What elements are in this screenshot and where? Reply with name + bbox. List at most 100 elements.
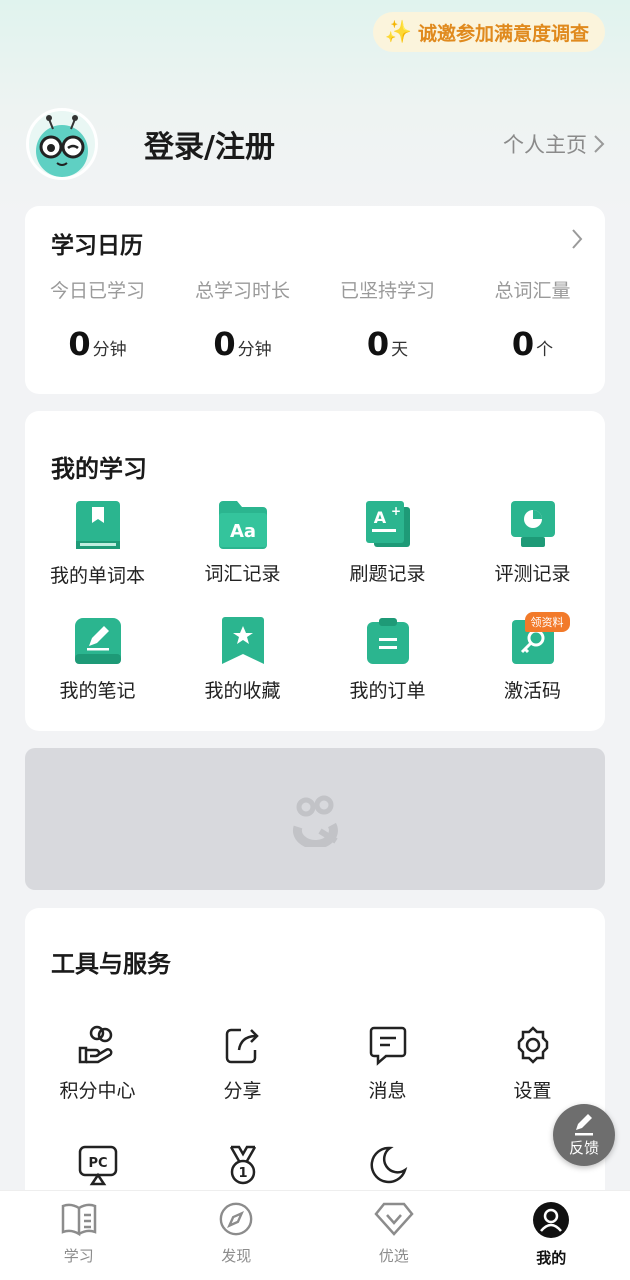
stat-label: 总学习时长 xyxy=(194,280,290,302)
stat-unit: 分钟 xyxy=(92,340,127,360)
tab-label: 我的 xyxy=(536,1249,567,1267)
item-label: 设置 xyxy=(513,1080,552,1102)
study-item-vocab-record[interactable]: Aa 词汇记录 xyxy=(170,499,315,616)
svg-text:Aa: Aa xyxy=(229,521,255,542)
tab-discover[interactable]: 发现 xyxy=(158,1191,316,1280)
tools-grid: 积分中心 分享 消息 设置 PC 1 xyxy=(25,1024,605,1204)
item-label: 分享 xyxy=(223,1080,262,1102)
tab-label: 发现 xyxy=(221,1247,252,1265)
study-item-assessment[interactable]: 评测记录 xyxy=(460,499,605,616)
stat-today: 今日已学习 0 分钟 xyxy=(25,276,170,363)
my-study-title: 我的学习 xyxy=(51,455,147,483)
free-material-badge: 领资料 xyxy=(524,612,570,632)
stat-vocabulary: 总词汇量 0个 xyxy=(460,276,605,363)
stat-number: 0 xyxy=(511,325,535,363)
compass-icon xyxy=(219,1202,253,1236)
vocab-folder-icon: Aa xyxy=(218,501,267,549)
item-label: 我的收藏 xyxy=(204,680,281,702)
stat-number: 0 xyxy=(68,325,91,363)
settings-icon xyxy=(517,1026,548,1064)
study-grid: 我的单词本 Aa 词汇记录 A + 刷题记录 评测记录 我的笔记 我的收藏 我的订… xyxy=(25,499,605,733)
study-calendar-card[interactable]: 学习日历 今日已学习 0 分钟 总学习时长 0 分钟 已坚持学习 0天 总词汇量 0… xyxy=(25,206,605,394)
stat-value: 0个 xyxy=(460,325,605,363)
homepage-label: 个人主页 xyxy=(503,133,587,157)
avatar[interactable] xyxy=(26,108,98,180)
svg-text:+: + xyxy=(391,504,401,518)
study-item-wordbook[interactable]: 我的单词本 xyxy=(25,499,170,616)
feedback-label: 反馈 xyxy=(568,1138,599,1157)
tab-study[interactable]: 学习 xyxy=(0,1191,158,1280)
tab-label: 优选 xyxy=(378,1247,409,1265)
tool-item-share[interactable]: 分享 xyxy=(170,1024,315,1144)
calendar-stats: 今日已学习 0 分钟 总学习时长 0 分钟 已坚持学习 0天 总词汇量 0个 xyxy=(25,276,605,363)
exercise-record-icon: A + xyxy=(365,501,410,547)
bottom-tab-bar: 学习 发现 优选 我的 xyxy=(0,1190,630,1280)
study-item-orders[interactable]: 我的订单 xyxy=(315,616,460,733)
stat-label: 今日已学习 xyxy=(49,280,145,302)
tool-item-points[interactable]: 积分中心 xyxy=(25,1024,170,1144)
share-icon xyxy=(225,1028,259,1064)
item-label: 词汇记录 xyxy=(204,563,281,585)
brand-logo-icon xyxy=(292,795,338,847)
my-study-card: 我的学习 我的单词本 Aa 词汇记录 A + 刷题记录 评测记录 我的笔记 我的收… xyxy=(25,411,605,731)
feedback-button[interactable]: 反馈 xyxy=(553,1104,615,1166)
stat-value: 0天 xyxy=(315,325,460,363)
tab-selected[interactable]: 优选 xyxy=(315,1191,473,1280)
tab-label: 学习 xyxy=(63,1247,94,1265)
stat-number: 0 xyxy=(366,325,390,363)
stat-streak: 已坚持学习 0天 xyxy=(315,276,460,363)
stat-label: 总词汇量 xyxy=(494,280,571,302)
favorites-icon xyxy=(221,617,264,664)
item-label: 我的单词本 xyxy=(49,565,145,587)
tools-title: 工具与服务 xyxy=(51,950,171,978)
item-label: 评测记录 xyxy=(494,563,571,585)
item-label: 消息 xyxy=(368,1080,407,1102)
study-item-exercise-record[interactable]: A + 刷题记录 xyxy=(315,499,460,616)
chevron-right-icon xyxy=(572,229,583,249)
edit-icon xyxy=(575,1113,593,1135)
svg-text:PC: PC xyxy=(88,1156,107,1171)
stat-number: 0 xyxy=(213,325,236,363)
study-item-activation-code[interactable]: 领资料 激活码 xyxy=(460,612,605,733)
diamond-icon xyxy=(374,1202,414,1236)
tab-mine[interactable]: 我的 xyxy=(473,1191,630,1280)
user-icon xyxy=(533,1202,570,1238)
tool-item-messages[interactable]: 消息 xyxy=(315,1024,460,1144)
night-mode-icon xyxy=(370,1146,407,1184)
pc-icon: PC xyxy=(78,1145,117,1186)
stat-value: 0 分钟 xyxy=(170,325,315,363)
stat-total-time: 总学习时长 0 分钟 xyxy=(170,276,315,363)
ad-banner-placeholder[interactable] xyxy=(25,748,605,890)
study-item-favorites[interactable]: 我的收藏 xyxy=(170,616,315,733)
chevron-right-icon xyxy=(594,135,605,153)
svg-text:A: A xyxy=(373,508,386,527)
login-register-link[interactable]: 登录/注册 xyxy=(144,122,275,166)
notes-icon xyxy=(74,618,121,664)
assessment-icon xyxy=(510,501,555,547)
medal-icon: 1 xyxy=(229,1145,256,1185)
points-icon xyxy=(78,1025,112,1064)
item-label: 积分中心 xyxy=(59,1080,136,1102)
tools-services-card: 工具与服务 积分中心 分享 消息 设置 PC 1 xyxy=(25,908,605,1208)
survey-banner[interactable]: ✨ 诚邀参加满意度调查 xyxy=(372,12,605,52)
book-icon xyxy=(61,1203,96,1237)
calendar-title: 学习日历 xyxy=(51,233,143,259)
sparkle-icon: ✨ xyxy=(384,19,412,45)
svg-text:1: 1 xyxy=(238,1166,247,1181)
stat-label: 已坚持学习 xyxy=(339,280,435,302)
personal-homepage-link[interactable]: 个人主页 xyxy=(503,129,605,159)
orders-icon xyxy=(366,618,409,664)
stat-unit: 个 xyxy=(536,340,554,360)
profile-header: 登录/注册 个人主页 xyxy=(26,108,605,180)
item-label: 刷题记录 xyxy=(349,563,426,585)
item-label: 我的订单 xyxy=(349,680,426,702)
item-label: 激活码 xyxy=(503,680,561,702)
stat-value: 0 分钟 xyxy=(25,325,170,363)
stat-unit: 分钟 xyxy=(237,340,272,360)
survey-label: 诚邀参加满意度调查 xyxy=(417,22,589,45)
message-icon xyxy=(369,1026,406,1066)
study-item-notes[interactable]: 我的笔记 xyxy=(25,616,170,733)
wordbook-icon xyxy=(75,501,120,549)
item-label: 我的笔记 xyxy=(59,680,136,702)
stat-unit: 天 xyxy=(391,340,409,360)
